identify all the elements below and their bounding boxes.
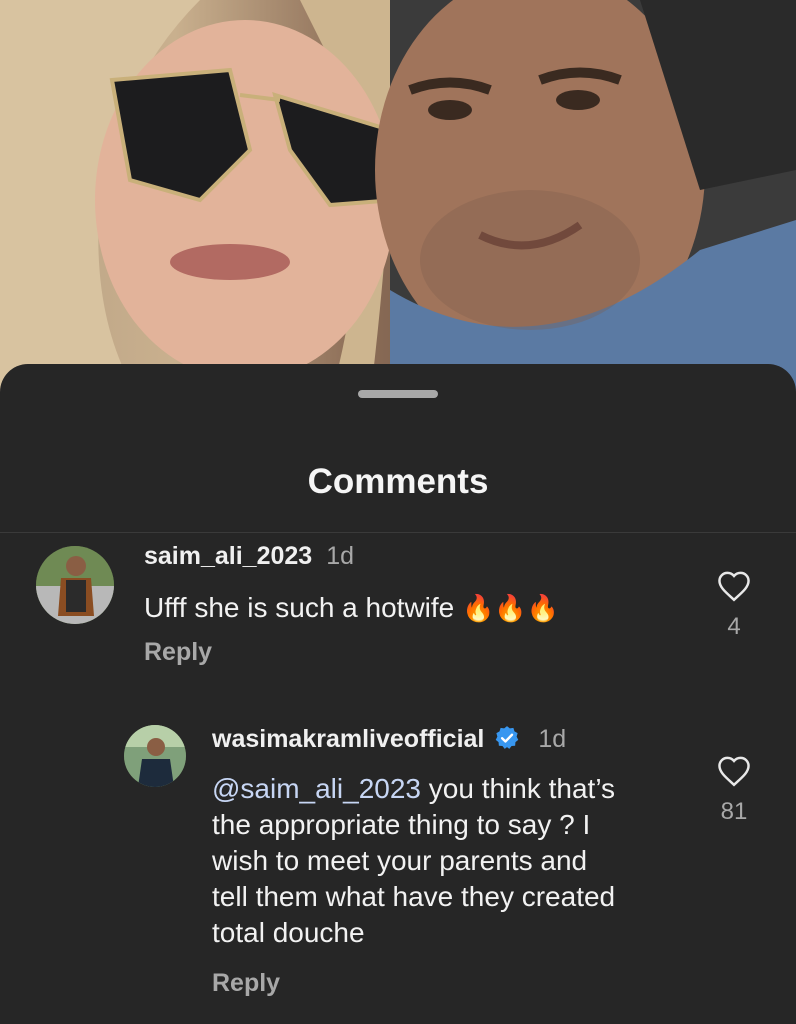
heart-outline-icon[interactable] xyxy=(716,755,752,787)
reply-button[interactable]: Reply xyxy=(144,638,212,667)
comment-text-body: Ufff she is such a hotwife xyxy=(144,592,455,623)
comment-line-5: total douche xyxy=(212,917,365,948)
avatar-image xyxy=(124,725,186,787)
comment-meta: saim_ali_2023 1d xyxy=(144,542,354,571)
photo-illustration xyxy=(0,0,796,400)
post-photo xyxy=(0,0,796,400)
drag-handle[interactable] xyxy=(358,390,438,398)
like-count: 81 xyxy=(720,798,748,825)
reply-button[interactable]: Reply xyxy=(212,969,280,998)
username[interactable]: saim_ali_2023 xyxy=(144,542,312,570)
fire-emojis: 🔥🔥🔥 xyxy=(462,593,560,623)
avatar[interactable] xyxy=(124,725,186,787)
avatar[interactable] xyxy=(36,546,114,624)
like-control: 81 xyxy=(712,755,756,826)
avatar-image xyxy=(36,546,114,624)
comment-meta: wasimakramliveofficial 1d xyxy=(212,725,566,754)
comments-screen: Comments saim_ali_2023 1d Ufff she is suc… xyxy=(0,0,796,1024)
comment-text: Ufff she is such a hotwife 🔥🔥🔥 xyxy=(144,590,664,626)
mention-link[interactable]: @saim_ali_2023 xyxy=(212,773,421,804)
comment-line-3: wish to meet your parents and xyxy=(212,845,588,876)
reply-comment-item: wasimakramliveofficial 1d @saim_ali_2023… xyxy=(0,719,796,1009)
divider xyxy=(0,532,796,533)
like-count: 4 xyxy=(727,613,741,640)
username[interactable]: wasimakramliveofficial xyxy=(212,725,484,753)
comment-line-4: tell them what have they created xyxy=(212,881,616,912)
comment-item: saim_ali_2023 1d Ufff she is such a hotwi… xyxy=(0,534,796,684)
comment-line-1: @saim_ali_2023 you think that’s xyxy=(212,771,682,807)
comment-line-1-text: you think that’s xyxy=(421,773,616,804)
heart-outline-icon[interactable] xyxy=(716,570,752,602)
sheet-title: Comments xyxy=(307,462,489,501)
comment-line-2: the appropriate thing to say ? I xyxy=(212,809,591,840)
verified-badge-icon xyxy=(496,726,519,749)
comments-sheet: Comments saim_ali_2023 1d Ufff she is suc… xyxy=(0,364,796,1024)
timestamp: 1d xyxy=(326,542,355,570)
timestamp: 1d xyxy=(538,725,567,753)
comment-text: @saim_ali_2023 you think that’s the appr… xyxy=(212,771,682,951)
like-control: 4 xyxy=(712,570,756,641)
